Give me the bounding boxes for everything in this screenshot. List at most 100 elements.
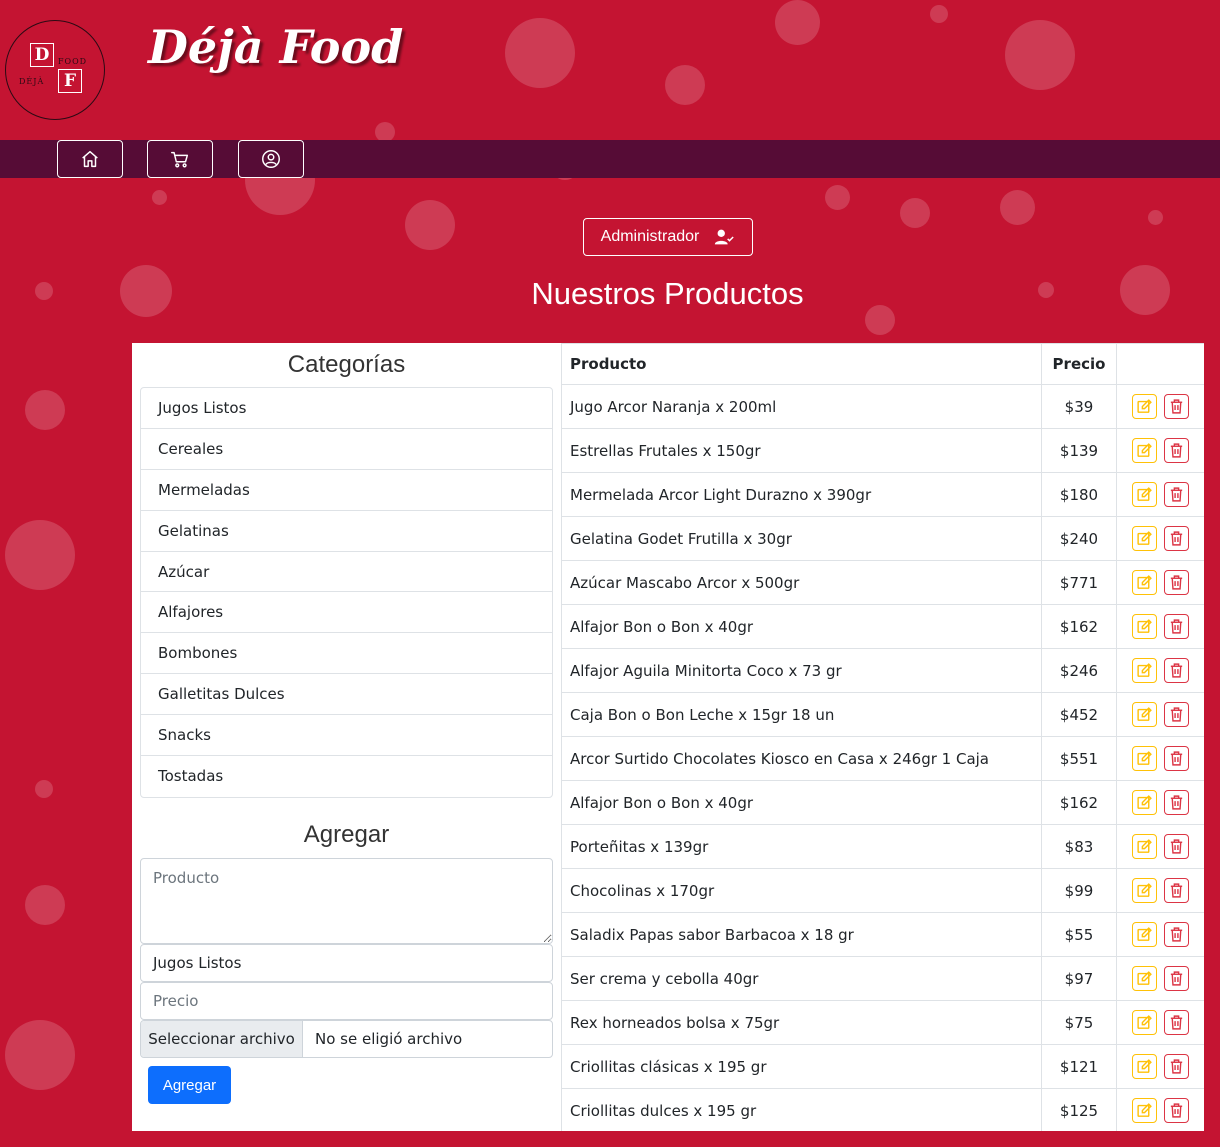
trash-icon	[1170, 795, 1183, 810]
product-input[interactable]	[140, 858, 553, 944]
edit-button[interactable]	[1132, 702, 1158, 727]
product-price: $771	[1041, 560, 1117, 605]
row-actions	[1116, 736, 1204, 781]
admin-label: Administrador	[600, 228, 700, 245]
file-input[interactable]: Seleccionar archivo No se eligió archivo	[140, 1020, 553, 1058]
product-price: $125	[1041, 1088, 1117, 1131]
edit-icon	[1137, 399, 1152, 413]
edit-button[interactable]	[1132, 658, 1158, 683]
row-actions	[1116, 648, 1204, 693]
profile-button[interactable]	[238, 140, 304, 178]
delete-button[interactable]	[1163, 746, 1189, 771]
header: D FOOD DÉJÀ F Déjà Food	[0, 0, 1220, 140]
product-name: Mermelada Arcor Light Durazno x 390gr	[561, 472, 1042, 517]
edit-icon	[1137, 531, 1152, 545]
row-actions	[1116, 1000, 1204, 1045]
table-row: Estrellas Frutales x 150gr $139	[561, 428, 1204, 473]
category-item[interactable]: Azúcar	[141, 552, 552, 593]
add-button[interactable]: Agregar	[148, 1066, 231, 1104]
delete-button[interactable]	[1163, 966, 1189, 991]
table-row: Alfajor Bon o Bon x 40gr $162	[561, 604, 1204, 649]
table-row: Gelatina Godet Frutilla x 30gr $240	[561, 516, 1204, 561]
edit-button[interactable]	[1132, 482, 1158, 507]
cart-button[interactable]	[147, 140, 213, 178]
delete-button[interactable]	[1163, 394, 1189, 419]
product-name: Jugo Arcor Naranja x 200ml	[561, 384, 1042, 429]
edit-button[interactable]	[1132, 966, 1158, 991]
admin-button[interactable]: Administrador	[583, 218, 753, 256]
product-price: $39	[1041, 384, 1117, 429]
home-icon	[82, 150, 98, 168]
delete-button[interactable]	[1163, 614, 1189, 639]
row-actions	[1116, 780, 1204, 825]
edit-button[interactable]	[1132, 614, 1158, 639]
edit-icon	[1137, 1059, 1152, 1073]
trash-icon	[1170, 1015, 1183, 1030]
product-name: Caja Bon o Bon Leche x 15gr 18 un	[561, 692, 1042, 737]
products-panel: Categorías Jugos Listos Cereales Mermelada…	[132, 343, 1204, 1131]
user-circle-icon	[262, 150, 280, 168]
delete-button[interactable]	[1163, 526, 1189, 551]
product-name: Rex horneados bolsa x 75gr	[561, 1000, 1042, 1045]
category-item[interactable]: Jugos Listos	[141, 388, 552, 429]
edit-button[interactable]	[1132, 878, 1158, 903]
table-row: Azúcar Mascabo Arcor x 500gr $771	[561, 560, 1204, 605]
row-actions	[1116, 912, 1204, 957]
delete-button[interactable]	[1163, 438, 1189, 463]
home-button[interactable]	[57, 140, 123, 178]
edit-button[interactable]	[1132, 1054, 1158, 1079]
edit-button[interactable]	[1132, 570, 1158, 595]
edit-button[interactable]	[1132, 1010, 1158, 1035]
delete-button[interactable]	[1163, 1054, 1189, 1079]
edit-button[interactable]	[1132, 922, 1158, 947]
edit-button[interactable]	[1132, 790, 1158, 815]
category-item[interactable]: Snacks	[141, 715, 552, 757]
table-row: Rex horneados bolsa x 75gr $75	[561, 1000, 1204, 1045]
trash-icon	[1170, 883, 1183, 898]
table-row: Chocolinas x 170gr $99	[561, 868, 1204, 913]
product-price: $246	[1041, 648, 1117, 693]
product-name: Saladix Papas sabor Barbacoa x 18 gr	[561, 912, 1042, 957]
table-row: Alfajor Aguila Minitorta Coco x 73 gr $24…	[561, 648, 1204, 693]
product-name: Porteñitas x 139gr	[561, 824, 1042, 869]
row-actions	[1116, 604, 1204, 649]
category-item[interactable]: Bombones	[141, 633, 552, 675]
edit-button[interactable]	[1132, 526, 1158, 551]
category-select[interactable]: Jugos Listos	[140, 944, 553, 982]
trash-icon	[1170, 839, 1183, 854]
edit-button[interactable]	[1132, 746, 1158, 771]
delete-button[interactable]	[1163, 878, 1189, 903]
delete-button[interactable]	[1163, 1010, 1189, 1035]
brand-logo[interactable]: D FOOD DÉJÀ F	[5, 20, 105, 120]
edit-button[interactable]	[1132, 438, 1158, 463]
delete-button[interactable]	[1163, 702, 1189, 727]
delete-button[interactable]	[1163, 482, 1189, 507]
category-item[interactable]: Gelatinas	[141, 511, 552, 552]
row-actions	[1116, 472, 1204, 517]
trash-icon	[1170, 399, 1183, 414]
table-row: Caja Bon o Bon Leche x 15gr 18 un $452	[561, 692, 1204, 737]
file-select-button[interactable]: Seleccionar archivo	[141, 1021, 303, 1057]
category-item[interactable]: Galletitas Dulces	[141, 674, 552, 716]
product-name: Criollitas dulces x 195 gr	[561, 1088, 1042, 1131]
edit-button[interactable]	[1132, 834, 1158, 859]
add-title: Agregar	[303, 821, 390, 848]
delete-button[interactable]	[1163, 790, 1189, 815]
product-name: Alfajor Aguila Minitorta Coco x 73 gr	[561, 648, 1042, 693]
edit-icon	[1137, 795, 1152, 809]
category-item[interactable]: Cereales	[141, 429, 552, 470]
category-item[interactable]: Tostadas	[141, 756, 552, 797]
edit-icon	[1137, 575, 1152, 589]
edit-button[interactable]	[1132, 394, 1158, 419]
price-input[interactable]	[140, 982, 553, 1020]
delete-button[interactable]	[1163, 922, 1189, 947]
delete-button[interactable]	[1163, 658, 1189, 683]
delete-button[interactable]	[1163, 570, 1189, 595]
delete-button[interactable]	[1163, 1098, 1189, 1123]
category-item[interactable]: Alfajores	[141, 592, 552, 634]
edit-button[interactable]	[1132, 1098, 1158, 1123]
category-item[interactable]: Mermeladas	[141, 470, 552, 511]
delete-button[interactable]	[1163, 834, 1189, 859]
product-header: Producto	[561, 343, 1042, 385]
row-actions	[1116, 428, 1204, 473]
